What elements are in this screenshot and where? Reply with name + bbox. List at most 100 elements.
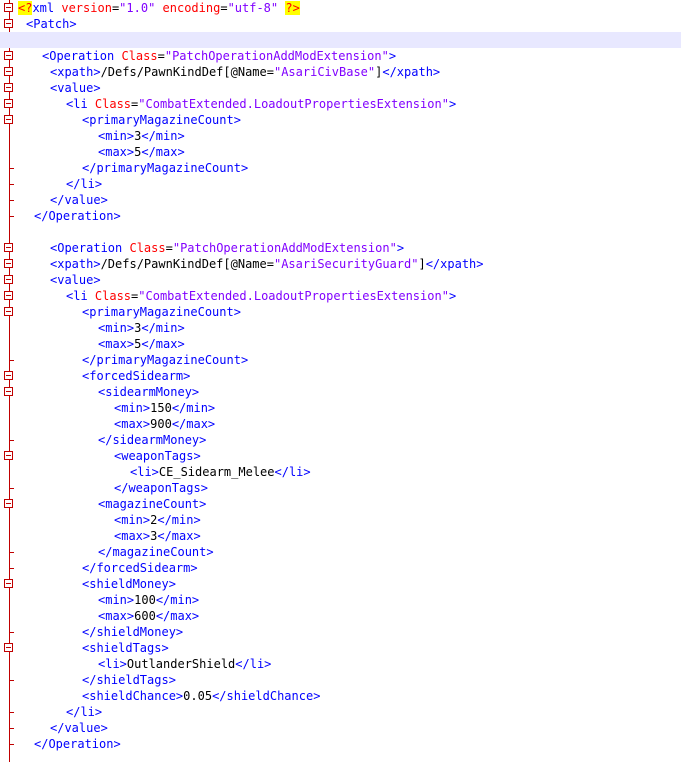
token: <li bbox=[66, 97, 95, 111]
fold-end-marker bbox=[9, 200, 14, 201]
fold-toggle-icon[interactable] bbox=[4, 643, 13, 652]
code-line[interactable]: <max>5</max> bbox=[0, 336, 681, 352]
fold-toggle-icon[interactable] bbox=[4, 83, 13, 92]
code-line[interactable]: <li Class="CombatExtended.LoadoutPropert… bbox=[0, 288, 681, 304]
token: "PatchOperationAddModExtension" bbox=[164, 49, 389, 63]
code-line[interactable]: <primaryMagazineCount> bbox=[0, 112, 681, 128]
token: </shieldMoney> bbox=[82, 625, 184, 639]
token: > bbox=[448, 97, 457, 111]
code-line[interactable]: <li>OutlanderShield</li> bbox=[0, 656, 681, 672]
code-line[interactable]: <Patch> bbox=[0, 16, 681, 32]
code-line[interactable]: <max>900</max> bbox=[0, 416, 681, 432]
code-line[interactable]: <min>3</min> bbox=[0, 320, 681, 336]
fold-toggle-icon[interactable] bbox=[4, 275, 13, 284]
token: </min> bbox=[171, 401, 216, 415]
token: <max> bbox=[114, 417, 151, 431]
fold-toggle-icon[interactable] bbox=[4, 371, 13, 380]
code-line[interactable]: <shieldTags> bbox=[0, 640, 681, 656]
code-line[interactable]: <shieldChance>0.05</shieldChance> bbox=[0, 688, 681, 704]
token: <li> bbox=[98, 657, 127, 671]
code-line[interactable]: <min>2</min> bbox=[0, 512, 681, 528]
fold-toggle-icon[interactable] bbox=[4, 51, 13, 60]
code-line[interactable]: </value> bbox=[0, 720, 681, 736]
code-line[interactable]: </sidearmMoney> bbox=[0, 432, 681, 448]
code-line[interactable]: </forcedSidearm> bbox=[0, 560, 681, 576]
fold-toggle-icon[interactable] bbox=[4, 19, 13, 28]
code-line[interactable]: <forcedSidearm> bbox=[0, 368, 681, 384]
code-line[interactable]: <weaponTags> bbox=[0, 448, 681, 464]
token: > bbox=[396, 241, 405, 255]
fold-toggle-icon[interactable] bbox=[4, 579, 13, 588]
code-line[interactable]: </magazineCount> bbox=[0, 544, 681, 560]
token: </max> bbox=[155, 609, 200, 623]
token: <min> bbox=[98, 321, 135, 335]
code-line[interactable]: </shieldTags> bbox=[0, 672, 681, 688]
fold-toggle-icon[interactable] bbox=[4, 499, 13, 508]
fold-toggle-icon[interactable] bbox=[4, 67, 13, 76]
fold-end-marker bbox=[9, 440, 14, 441]
code-line[interactable]: <sidearmMoney> bbox=[0, 384, 681, 400]
token: </xpath> bbox=[425, 257, 484, 271]
code-line[interactable]: </primaryMagazineCount> bbox=[0, 352, 681, 368]
code-line[interactable]: <Operation Class="PatchOperationAddModEx… bbox=[0, 240, 681, 256]
code-line[interactable]: </value> bbox=[0, 192, 681, 208]
token: <max> bbox=[114, 529, 151, 543]
fold-toggle-icon[interactable] bbox=[4, 99, 13, 108]
token: ] bbox=[418, 257, 426, 271]
token: </max> bbox=[141, 145, 185, 159]
token: </min> bbox=[141, 129, 185, 143]
code-line[interactable] bbox=[0, 224, 681, 240]
code-line[interactable]: <max>3</max> bbox=[0, 528, 681, 544]
fold-end-marker bbox=[9, 712, 14, 713]
code-line[interactable] bbox=[0, 32, 681, 48]
xml-editor[interactable]: <?xml version="1.0" encoding="utf-8" ?> <… bbox=[0, 0, 681, 762]
fold-toggle-icon[interactable] bbox=[4, 3, 13, 12]
code-line[interactable]: </Operation> bbox=[0, 208, 681, 224]
code-line[interactable]: <shieldMoney> bbox=[0, 576, 681, 592]
fold-toggle-icon[interactable] bbox=[4, 387, 13, 396]
code-text: <weaponTags> bbox=[114, 448, 201, 464]
code-line[interactable]: <magazineCount> bbox=[0, 496, 681, 512]
code-line[interactable]: <primaryMagazineCount> bbox=[0, 304, 681, 320]
token: </min> bbox=[141, 321, 185, 335]
fold-toggle-icon[interactable] bbox=[4, 115, 13, 124]
code-line[interactable]: <value> bbox=[0, 272, 681, 288]
code-line[interactable]: <value> bbox=[0, 80, 681, 96]
token: <magazineCount> bbox=[98, 497, 207, 511]
fold-toggle-icon[interactable] bbox=[4, 259, 13, 268]
code-line[interactable]: <min>100</min> bbox=[0, 592, 681, 608]
fold-end-marker bbox=[9, 216, 14, 217]
code-text: <max>900</max> bbox=[114, 416, 215, 432]
fold-toggle-icon[interactable] bbox=[4, 291, 13, 300]
code-line[interactable]: </li> bbox=[0, 176, 681, 192]
token: </min> bbox=[155, 593, 200, 607]
token: CE_Sidearm_Melee bbox=[158, 465, 275, 479]
token: <min> bbox=[114, 513, 151, 527]
code-line[interactable]: </weaponTags> bbox=[0, 480, 681, 496]
fold-toggle-icon[interactable] bbox=[4, 243, 13, 252]
token: </li> bbox=[66, 177, 103, 191]
code-line[interactable]: <li>CE_Sidearm_Melee</li> bbox=[0, 464, 681, 480]
code-line[interactable]: </li> bbox=[0, 704, 681, 720]
code-line[interactable]: </primaryMagazineCount> bbox=[0, 160, 681, 176]
token: </Operation> bbox=[34, 737, 121, 751]
code-line[interactable]: <max>600</max> bbox=[0, 608, 681, 624]
code-text: <li>OutlanderShield</li> bbox=[98, 656, 271, 672]
code-line[interactable]: </shieldMoney> bbox=[0, 624, 681, 640]
code-line[interactable]: <max>5</max> bbox=[0, 144, 681, 160]
token: <min> bbox=[98, 129, 135, 143]
code-line[interactable]: <min>3</min> bbox=[0, 128, 681, 144]
token: <shieldChance> bbox=[82, 689, 184, 703]
code-line[interactable]: <min>150</min> bbox=[0, 400, 681, 416]
code-text: <?xml version="1.0" encoding="utf-8" ?> bbox=[18, 0, 300, 16]
token: <max> bbox=[98, 145, 135, 159]
code-line[interactable]: <?xml version="1.0" encoding="utf-8" ?> bbox=[0, 0, 681, 16]
code-line[interactable]: <li Class="CombatExtended.LoadoutPropert… bbox=[0, 96, 681, 112]
code-line[interactable]: <xpath>/Defs/PawnKindDef[@Name="AsariCiv… bbox=[0, 64, 681, 80]
code-line[interactable]: <Operation Class="PatchOperationAddModEx… bbox=[0, 48, 681, 64]
fold-toggle-icon[interactable] bbox=[4, 307, 13, 316]
fold-toggle-icon[interactable] bbox=[4, 451, 13, 460]
code-line[interactable]: </Operation> bbox=[0, 736, 681, 752]
code-line[interactable]: <xpath>/Defs/PawnKindDef[@Name="AsariSec… bbox=[0, 256, 681, 272]
token: "AsariSecurityGuard" bbox=[273, 257, 419, 271]
